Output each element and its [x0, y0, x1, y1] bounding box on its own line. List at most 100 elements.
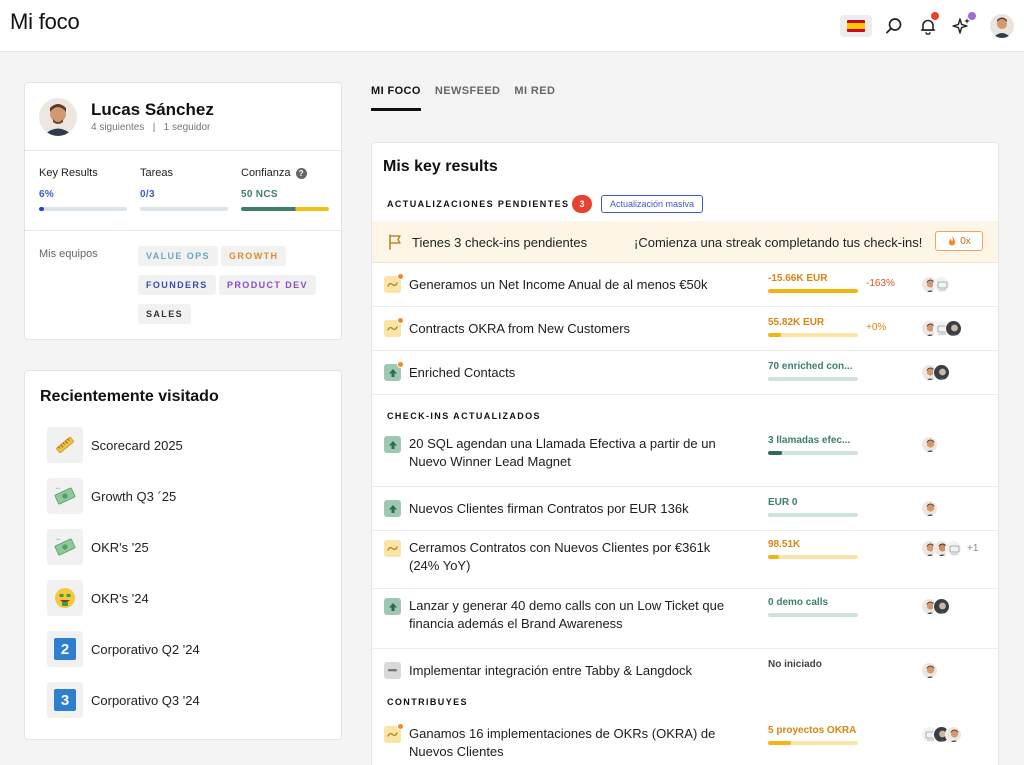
follow-divider: | [152, 122, 156, 133]
owners-avatars[interactable] [921, 320, 962, 337]
tab-newsfeed[interactable]: NEWSFEED [435, 85, 501, 111]
key-result-metric: 70 enriched con... [768, 361, 853, 372]
recent-item[interactable]: Growth Q3 ´25 [47, 478, 176, 514]
streak-value: 0x [960, 235, 971, 247]
owners-avatars[interactable] [921, 436, 938, 453]
bell-icon[interactable] [916, 12, 940, 38]
recent-item[interactable]: OKR's '24 [47, 580, 149, 616]
followers-count[interactable]: 1 seguidor [164, 122, 211, 133]
teams-label: Mis equipos [39, 248, 98, 260]
key-result-progress-bar [768, 451, 858, 455]
ruler-icon [47, 427, 83, 463]
owners-avatars[interactable] [921, 364, 950, 381]
owners-avatars[interactable] [921, 662, 938, 679]
key-results-card: Mis key results ACTUALIZACIONES PENDIENT… [371, 142, 999, 765]
profile-card: Lucas Sánchez 4 siguientes | 1 seguidor … [24, 82, 342, 340]
recent-item[interactable]: 3 Corporativo Q3 '24 [47, 682, 200, 718]
key-result-metric: EUR 0 [768, 497, 798, 508]
recent-item[interactable]: OKR's '25 [47, 529, 149, 565]
stat-label: Key Results [39, 167, 98, 179]
team-tag-founders[interactable]: FOUNDERS [138, 275, 216, 295]
tasks-progress-bar [140, 207, 228, 211]
key-result-row[interactable]: Implementar integración entre Tabby & La… [372, 649, 998, 693]
key-result-row[interactable]: Nuevos Clientes firman Contratos por EUR… [372, 487, 998, 531]
divider [25, 230, 341, 231]
recent-item[interactable]: Scorecard 2025 [47, 427, 183, 463]
owners-avatars[interactable] [921, 276, 950, 293]
avatar [945, 320, 962, 337]
key-result-title: Cerramos Contratos con Nuevos Clientes p… [409, 540, 711, 573]
key-result-title: Generamos un Net Income Anual de al meno… [409, 277, 708, 292]
language-button[interactable] [840, 15, 872, 37]
notification-dot [931, 12, 939, 20]
owners-avatars[interactable]: +1 [921, 540, 978, 557]
key-result-row[interactable]: Ganamos 16 implementaciones de OKRs (OKR… [372, 717, 998, 765]
update-pending-dot [397, 317, 404, 324]
recent-item-label: Growth Q3 ´25 [91, 488, 177, 504]
progress-fill [768, 741, 791, 745]
user-avatar[interactable] [990, 14, 1014, 38]
team-tag-product-dev[interactable]: PRODUCT DEV [219, 275, 316, 295]
key-result-row[interactable]: Generamos un Net Income Anual de al meno… [372, 263, 998, 307]
team-tag-sales[interactable]: SALES [138, 304, 192, 324]
trend-icon [384, 540, 401, 557]
avatar [921, 662, 938, 679]
profile-follow-info: 4 siguientes | 1 seguidor [91, 122, 210, 133]
key-result-row[interactable]: Lanzar y generar 40 demo calls con un Lo… [372, 589, 998, 649]
stat-value: 6% [39, 189, 55, 200]
mass-update-button[interactable]: Actualización masiva [601, 195, 704, 213]
search-icon[interactable] [882, 14, 906, 38]
stat-value: 50 NCS [241, 189, 278, 200]
team-tag-value-ops[interactable]: VALUE OPS [138, 246, 218, 266]
avatar [921, 436, 938, 453]
number-2-icon: 2 [47, 631, 83, 667]
key-result-row[interactable]: 20 SQL agendan una Llamada Efectiva a pa… [372, 427, 998, 487]
trend-icon [384, 723, 404, 743]
more-owners-count: +1 [967, 543, 979, 554]
avatar [921, 500, 938, 517]
minus-icon [384, 662, 401, 679]
divider [25, 150, 341, 151]
key-result-delta: -163% [866, 278, 895, 289]
profile-avatar[interactable] [39, 98, 77, 136]
progress-fill [768, 333, 781, 337]
pending-section-label: ACTUALIZACIONES PENDIENTES [387, 199, 570, 209]
key-result-progress-bar [768, 513, 858, 517]
key-result-row[interactable]: Enriched Contacts 70 enriched con... [372, 351, 998, 395]
recently-visited-card: Recientemente visitado Scorecard 2025 Gr… [24, 370, 342, 740]
recent-item-label: Scorecard 2025 [91, 437, 183, 453]
trend-icon [384, 317, 404, 337]
team-tag-growth[interactable]: GROWTH [221, 246, 287, 266]
stat-tasks: Tareas 0/3 [140, 167, 228, 211]
following-count[interactable]: 4 siguientes [91, 122, 144, 133]
key-result-metric: -15.66K EUR [768, 273, 828, 284]
stat-confidence: Confianza? 50 NCS [241, 167, 329, 211]
owners-avatars[interactable] [921, 500, 938, 517]
streak-button[interactable]: 0x [935, 231, 983, 251]
sparkles-icon[interactable] [950, 12, 976, 38]
recent-item[interactable]: 2 Corporativo Q2 '24 [47, 631, 200, 667]
avatar [933, 276, 950, 293]
key-result-row[interactable]: Cerramos Contratos con Nuevos Clientes p… [372, 531, 998, 589]
ai-dot [968, 12, 976, 20]
tab-mi-red[interactable]: MI RED [514, 85, 555, 111]
key-result-metric: 55.82K EUR [768, 317, 825, 328]
key-result-row[interactable]: Contracts OKRA from New Customers 55.82K … [372, 307, 998, 351]
key-result-metric: 3 llamadas efec... [768, 435, 851, 446]
recent-item-label: Corporativo Q2 '24 [91, 641, 200, 657]
arrow-up-icon [384, 361, 404, 381]
stat-label: Confianza? [241, 167, 329, 179]
owners-avatars[interactable] [921, 598, 950, 615]
key-result-progress-bar [768, 377, 858, 381]
key-result-delta: +0% [866, 322, 887, 333]
key-result-progress-bar [768, 555, 858, 559]
help-icon[interactable]: ? [295, 167, 307, 179]
checkin-banner: Tienes 3 check-ins pendientes ¡Comienza … [372, 221, 998, 263]
recent-item-label: OKR's '25 [91, 539, 149, 555]
pending-checkins-text: Tienes 3 check-ins pendientes [412, 235, 588, 250]
owners-avatars[interactable] [921, 726, 962, 743]
trend-icon [384, 273, 404, 293]
money-icon [47, 478, 83, 514]
header-actions [840, 10, 1014, 42]
tab-mi-foco[interactable]: MI FOCO [371, 85, 421, 111]
